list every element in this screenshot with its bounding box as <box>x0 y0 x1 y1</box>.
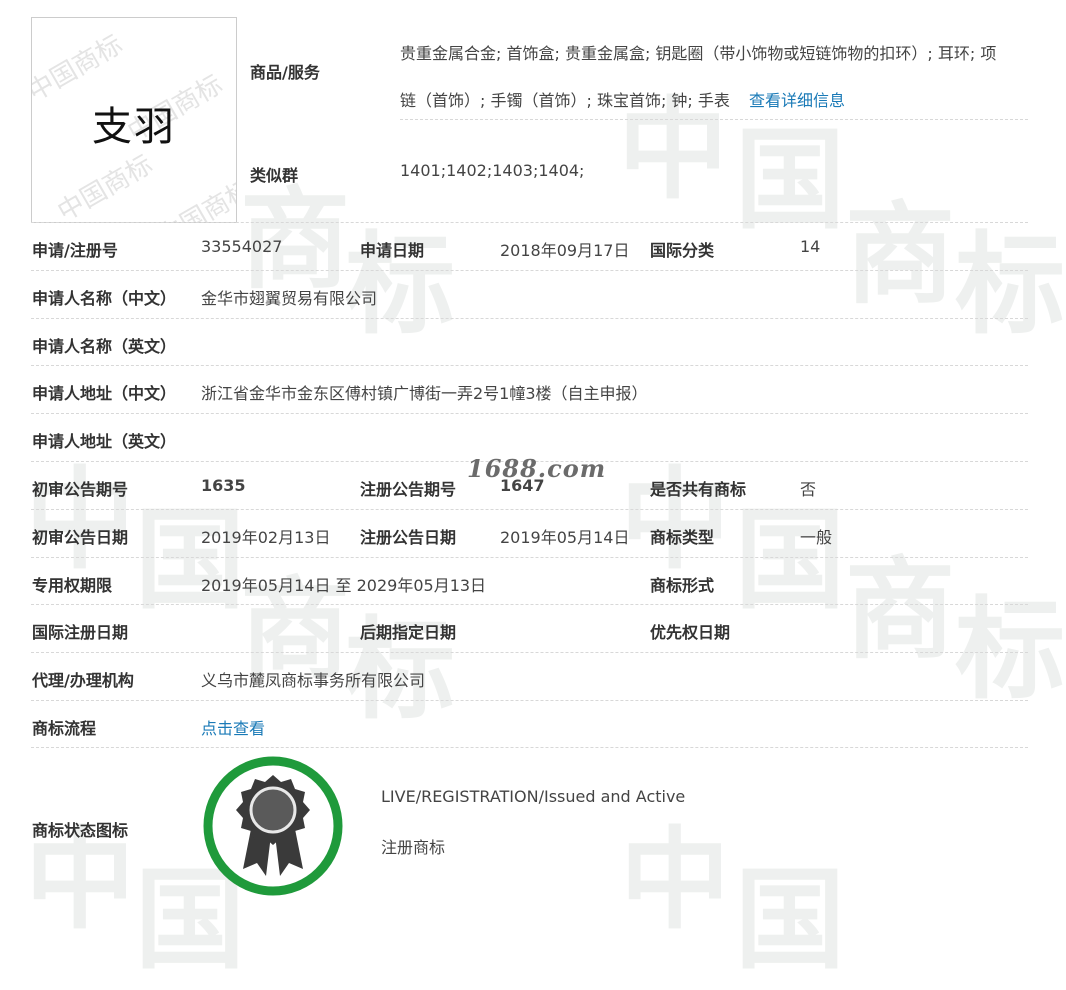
divider <box>400 119 1028 120</box>
agent-label: 代理/办理机构 <box>32 671 134 690</box>
logo-watermark: 中国商标 <box>152 174 237 223</box>
intl-class-label: 国际分类 <box>650 241 715 260</box>
divider <box>31 222 1028 223</box>
watermark-glyph: 中 <box>620 456 730 584</box>
prelim-no-value: 1635 <box>201 476 246 495</box>
address-cn-label: 申请人地址（中文） <box>32 384 177 403</box>
goods-line-2-text: 链（首饰）; 手镯（首饰）; 珠宝首饰; 钟; 手表 <box>400 91 730 110</box>
watermark-glyph: 中 <box>25 456 135 584</box>
later-date-label: 后期指定日期 <box>360 623 457 642</box>
view-flow-link[interactable]: 点击查看 <box>201 715 265 739</box>
reg-no-label: 申请/注册号 <box>32 241 118 260</box>
address-en-label: 申请人地址（英文） <box>32 432 177 451</box>
divider <box>31 365 1028 366</box>
divider <box>31 413 1028 414</box>
prelim-no-label: 初审公告期号 <box>32 480 129 499</box>
divider <box>31 270 1028 271</box>
reg-pub-no-label: 注册公告期号 <box>360 480 457 499</box>
shared-value: 否 <box>800 480 817 499</box>
applicant-cn-label: 申请人名称（中文） <box>32 289 177 308</box>
divider <box>31 747 1028 748</box>
watermark-glyph: 中 <box>620 816 730 944</box>
watermark-glyph: 国 <box>735 856 845 984</box>
intl-class-value: 14 <box>800 237 821 256</box>
registered-badge-icon <box>203 756 343 896</box>
logo-watermark: 中国商标 <box>52 149 158 223</box>
divider <box>31 318 1028 319</box>
goods-list: 贵重金属合金; 首饰盒; 贵重金属盒; 钥匙圈（带小饰物或短链饰物的扣环）; 耳… <box>400 30 1025 124</box>
applicant-en-label: 申请人名称（英文） <box>32 337 177 356</box>
watermark-glyph: 标 <box>345 221 455 349</box>
watermark-glyph: 商 <box>845 546 955 674</box>
status-icon-label: 商标状态图标 <box>32 821 129 840</box>
goods-line-2: 链（首饰）; 手镯（首饰）; 珠宝首饰; 钟; 手表 查看详细信息 <box>400 77 1025 124</box>
intl-reg-date-label: 国际注册日期 <box>32 623 129 642</box>
shared-label: 是否共有商标 <box>650 480 747 499</box>
agent-value: 义乌市麓凤商标事务所有限公司 <box>201 671 426 690</box>
exclusive-period-label: 专用权期限 <box>32 576 113 595</box>
divider <box>31 604 1028 605</box>
trademark-image: 中国商标 中国商标 中国商标 中国商标 支羽 <box>31 17 237 223</box>
divider <box>31 700 1028 701</box>
divider <box>31 557 1028 558</box>
status-text-cn: 注册商标 <box>381 838 446 857</box>
tm-type-value: 一般 <box>800 528 833 547</box>
goods-label: 商品/服务 <box>250 63 320 82</box>
watermark-glyph: 中 <box>25 816 135 944</box>
prelim-date-label: 初审公告日期 <box>32 528 129 547</box>
tm-form-label: 商标形式 <box>650 576 715 595</box>
apply-date-value: 2018年09月17日 <box>500 241 630 260</box>
address-cn-value: 浙江省金华市金东区傅村镇广博街一弄2号1幢3楼（自主申报） <box>201 384 648 403</box>
divider <box>31 652 1028 653</box>
reg-pub-date-label: 注册公告日期 <box>360 528 457 547</box>
similar-group-label: 类似群 <box>250 166 299 185</box>
priority-date-label: 优先权日期 <box>650 623 731 642</box>
similar-group-value: 1401;1402;1403;1404; <box>400 161 585 180</box>
watermark-glyph: 商 <box>845 191 955 319</box>
view-details-link[interactable]: 查看详细信息 <box>749 91 845 110</box>
status-text-en: LIVE/REGISTRATION/Issued and Active <box>381 787 686 806</box>
flow-label: 商标流程 <box>32 719 97 738</box>
goods-line-1: 贵重金属合金; 首饰盒; 贵重金属盒; 钥匙圈（带小饰物或短链饰物的扣环）; 耳… <box>400 44 997 63</box>
divider <box>31 509 1028 510</box>
watermark-glyph: 国 <box>735 496 845 624</box>
prelim-date-value: 2019年02月13日 <box>201 528 331 547</box>
site-watermark: 1688.com <box>467 454 607 483</box>
watermark-glyph: 标 <box>955 586 1065 714</box>
trademark-mark-text: 支羽 <box>92 104 176 150</box>
tm-type-label: 商标类型 <box>650 528 715 547</box>
exclusive-period-value: 2019年05月14日 至 2029年05月13日 <box>201 576 487 595</box>
watermark-glyph: 标 <box>955 221 1065 349</box>
applicant-cn-value: 金华市翅翼贸易有限公司 <box>201 289 378 308</box>
reg-pub-date-value: 2019年05月14日 <box>500 528 630 547</box>
apply-date-label: 申请日期 <box>360 241 425 260</box>
reg-no-value: 33554027 <box>201 237 283 256</box>
